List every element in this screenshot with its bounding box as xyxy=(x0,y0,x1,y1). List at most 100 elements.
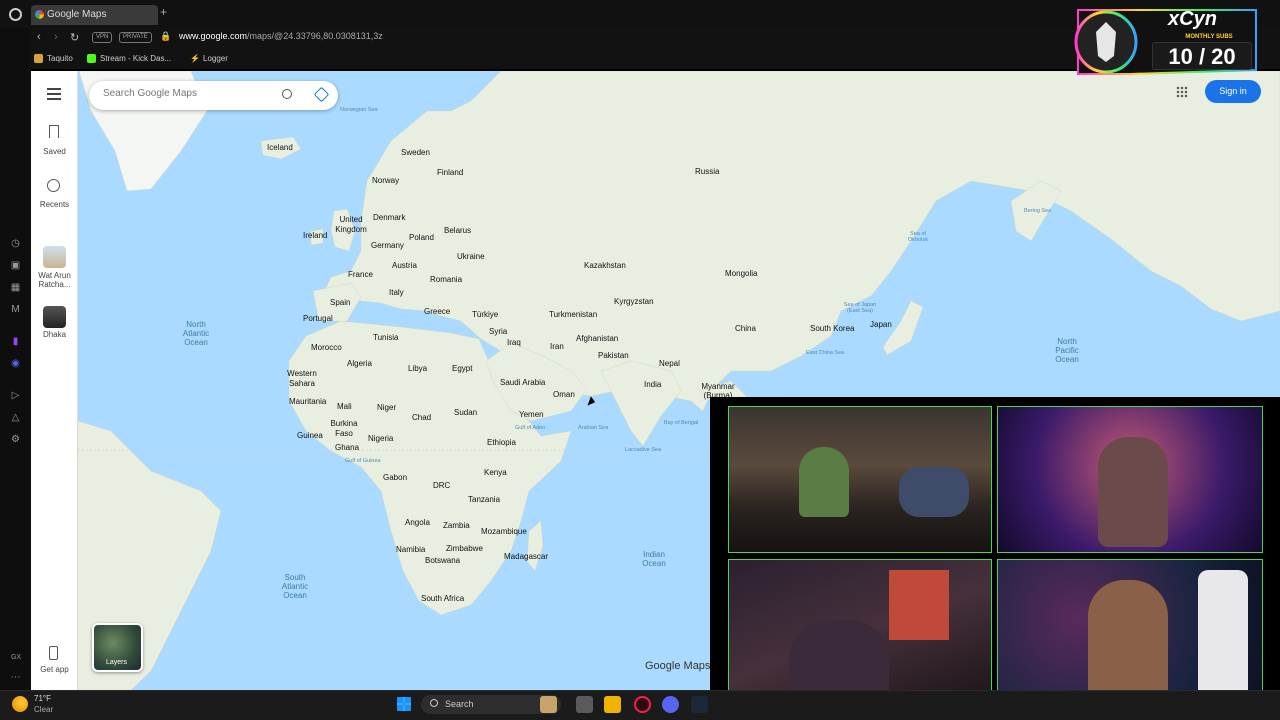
stripes-icon[interactable]: ▦ xyxy=(10,282,21,293)
map-label-algeria: Algeria xyxy=(347,359,372,368)
map-label-ghana: Ghana xyxy=(335,443,360,452)
map-label-namibia: Namibia xyxy=(396,545,426,554)
weather-moon-icon[interactable] xyxy=(12,696,28,712)
map-label-romania: Romania xyxy=(430,275,463,284)
gx-label[interactable]: GX xyxy=(8,652,24,663)
back-icon[interactable]: ‹ xyxy=(37,31,41,43)
twitch-icon[interactable]: ▮ xyxy=(10,336,21,347)
map-label-iran: Iran xyxy=(550,342,564,351)
bookmark-label: Logger xyxy=(203,54,228,63)
directions-icon[interactable] xyxy=(313,86,330,103)
webcam-feed-4 xyxy=(997,559,1263,707)
sign-in-button[interactable]: Sign in xyxy=(1205,80,1261,103)
opera-gx-icon[interactable] xyxy=(634,696,651,713)
bookmark-logger[interactable]: ⚡ Logger xyxy=(190,54,228,63)
apps-grid-icon[interactable] xyxy=(1176,86,1188,98)
search-highlight-icon[interactable] xyxy=(540,696,557,713)
bookmark-stream-kick[interactable]: Stream - Kick Das... xyxy=(87,54,171,64)
map-label-norwegian-sea: Norwegian Sea xyxy=(340,107,378,113)
recent-place-wat-arun[interactable]: Wat Arun Ratcha... xyxy=(31,271,78,289)
person-silhouette xyxy=(899,467,969,517)
layers-button[interactable]: Layers xyxy=(92,623,143,672)
google-maps-logo: Google Maps xyxy=(645,660,711,672)
webcam-grid xyxy=(710,397,1280,707)
dhaka-thumbnail[interactable] xyxy=(43,306,66,328)
new-tab-button[interactable]: + xyxy=(160,5,167,19)
map-label-sea-of-okhotsk: Sea of Okhotsk xyxy=(907,231,929,243)
recent-place-dhaka[interactable]: Dhaka xyxy=(31,330,78,339)
steam-icon[interactable] xyxy=(691,696,708,713)
map-label-arabian-sea: Arabian Sea xyxy=(578,425,609,431)
phone-icon[interactable] xyxy=(49,646,58,660)
history-icon[interactable] xyxy=(47,179,60,192)
reload-icon[interactable]: ↻ xyxy=(70,31,79,44)
map-label-nepal: Nepal xyxy=(659,359,680,368)
sub-goal-subtitle: MONTHLY SUBS xyxy=(1185,34,1233,40)
recents-label[interactable]: Recents xyxy=(31,200,78,209)
file-explorer-icon[interactable] xyxy=(604,696,621,713)
search-input[interactable] xyxy=(103,88,263,99)
bookmark-taquito[interactable]: Taquito xyxy=(34,54,73,64)
windows-start-icon[interactable] xyxy=(397,697,411,711)
tab-google-maps[interactable]: Google Maps xyxy=(31,5,158,25)
map-label-angola: Angola xyxy=(405,518,430,527)
url-domain: www.google.com xyxy=(179,31,248,41)
saved-label[interactable]: Saved xyxy=(31,147,78,156)
map-label-drc: DRC xyxy=(433,481,451,490)
weather-temperature[interactable]: 71°F xyxy=(34,694,51,703)
map-label-niger: Niger xyxy=(377,403,397,412)
vpn-badge[interactable]: VPN xyxy=(92,32,113,43)
wall-poster xyxy=(889,570,949,640)
layers-label: Layers xyxy=(106,659,128,666)
m-app-icon[interactable]: M xyxy=(10,304,21,315)
task-view-icon[interactable] xyxy=(576,696,593,713)
map-label-iraq: Iraq xyxy=(507,338,521,347)
map-label-north-pacific: North Pacific Ocean xyxy=(1055,337,1079,364)
history-icon[interactable]: ◷ xyxy=(10,238,21,249)
map-label-japan: Japan xyxy=(870,320,892,329)
webcam-feed-1 xyxy=(728,406,992,553)
map-label-mozambique: Mozambique xyxy=(481,527,527,536)
map-label-italy: Italy xyxy=(389,288,404,297)
search-icon[interactable] xyxy=(282,89,292,99)
bookmark-icon[interactable] xyxy=(49,125,59,138)
settings-icon[interactable]: ⚙ xyxy=(10,434,21,445)
stream-sub-goal-overlay: xCyn MONTHLY SUBS 10 / 20 xyxy=(1070,6,1260,78)
gaming-chair xyxy=(1198,570,1248,706)
tab-title: Google Maps xyxy=(47,9,107,20)
url-field[interactable]: www.google.com/maps/@24.33796,80.0308131… xyxy=(179,31,383,41)
map-label-mongolia: Mongolia xyxy=(725,269,758,278)
weather-condition[interactable]: Clear xyxy=(34,705,53,714)
forward-icon[interactable]: › xyxy=(54,31,58,43)
map-label-belarus: Belarus xyxy=(444,226,472,235)
extensions-icon[interactable]: △ xyxy=(10,412,21,423)
map-label-china: China xyxy=(735,324,756,333)
map-label-south-korea: South Korea xyxy=(810,324,855,333)
discord-icon[interactable] xyxy=(662,696,679,713)
map-label-yemen: Yemen xyxy=(519,410,544,419)
lock-icon[interactable]: 🔒 xyxy=(160,31,171,42)
sub-goal-count: 10 / 20 xyxy=(1152,42,1252,70)
opera-logo-icon[interactable] xyxy=(9,8,22,21)
map-label-mali: Mali xyxy=(337,402,352,411)
menu-icon[interactable] xyxy=(47,88,61,100)
map-label-zambia: Zambia xyxy=(443,521,470,530)
map-label-india: India xyxy=(644,380,662,389)
package-icon[interactable]: ▣ xyxy=(10,260,21,271)
get-app-label[interactable]: Get app xyxy=(31,665,78,674)
discord-icon[interactable]: ◉ xyxy=(10,358,21,369)
map-label-gabon: Gabon xyxy=(383,473,408,482)
taskbar-search-label: Search xyxy=(445,699,474,709)
wat-arun-thumbnail[interactable] xyxy=(43,246,66,268)
map-label-ireland: Ireland xyxy=(303,231,328,240)
play-icon[interactable]: ▷ xyxy=(10,390,21,401)
map-label-kyrgyzstan: Kyrgyzstan xyxy=(614,297,654,306)
map-label-western-sahara: Western Sahara xyxy=(287,369,317,388)
map-label-sea-of-japan: Sea of Japan (East Sea) xyxy=(843,302,877,314)
map-label-east-china-sea: East China Sea xyxy=(806,350,845,356)
more-icon[interactable]: ⋯ xyxy=(10,672,21,683)
map-label-turkmenistan: Turkmenistan xyxy=(549,310,598,319)
search-box[interactable] xyxy=(89,81,338,110)
map-label-iceland: Iceland xyxy=(267,143,293,152)
person-silhouette xyxy=(799,447,849,517)
